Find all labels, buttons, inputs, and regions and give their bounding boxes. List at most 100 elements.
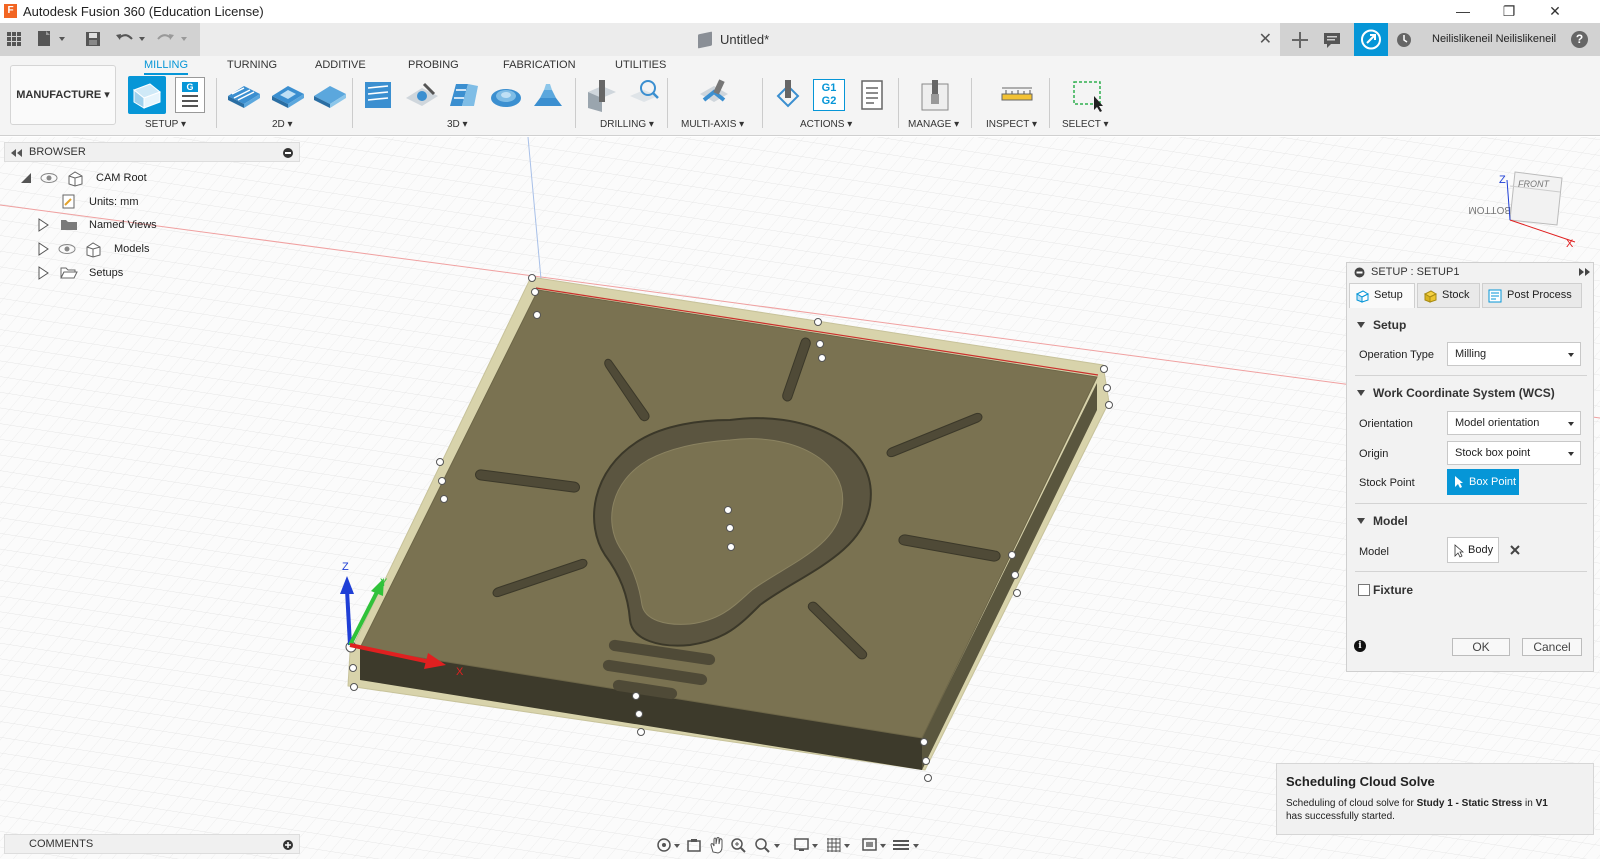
orbit-icon[interactable] (656, 837, 682, 853)
collapsed-triangle-icon[interactable] (37, 266, 49, 280)
tree-item-models[interactable]: Models (4, 238, 300, 260)
window-select-icon[interactable] (1070, 78, 1104, 112)
tab-stock[interactable]: Stock (1417, 283, 1480, 308)
setup-sheet-icon[interactable] (855, 78, 889, 112)
minimize-button[interactable]: — (1440, 0, 1486, 23)
group-2d[interactable]: 2D ▾ (272, 119, 293, 130)
close-document-button[interactable]: ✕ (1259, 29, 1272, 49)
collapsed-triangle-icon[interactable] (37, 218, 49, 232)
document-tab[interactable]: Untitled* ✕ (200, 23, 1280, 56)
stock-point-selector[interactable]: Box Point (1447, 469, 1519, 495)
info-icon[interactable]: i (1354, 640, 1366, 652)
file-menu-icon[interactable] (34, 29, 74, 51)
drill-icon[interactable] (584, 78, 618, 112)
expand-dialog-icon[interactable] (1579, 268, 1591, 276)
nc-program-button[interactable]: G (175, 77, 205, 113)
3d-adaptive-clearing-icon[interactable] (362, 78, 396, 112)
maximize-button[interactable]: ❐ (1486, 0, 1532, 23)
browser-header[interactable]: BROWSER (4, 142, 300, 162)
tab-setup[interactable]: Setup (1349, 283, 1415, 308)
tree-item-cam-root[interactable]: CAM Root (4, 167, 300, 189)
ok-button[interactable]: OK (1452, 638, 1510, 656)
tab-probing[interactable]: PROBING (408, 59, 459, 71)
cancel-button[interactable]: Cancel (1522, 638, 1582, 656)
section-setup-title[interactable]: Setup (1373, 318, 1406, 332)
user-account-name[interactable]: Neilislikeneil Neilislikeneil (1432, 33, 1556, 45)
origin-select[interactable]: Stock box point (1447, 441, 1581, 465)
hole-recognition-icon[interactable] (626, 78, 660, 112)
model-selector[interactable]: Body (1447, 537, 1499, 563)
tab-fabrication[interactable]: FABRICATION (503, 59, 576, 71)
fit-zoom-icon[interactable] (754, 837, 782, 853)
clock-history-icon[interactable] (1394, 30, 1414, 52)
group-select[interactable]: SELECT ▾ (1062, 119, 1109, 130)
eye-visibility-icon[interactable] (40, 173, 58, 183)
group-drilling[interactable]: DRILLING ▾ (600, 119, 654, 130)
collapse-triangle-icon[interactable] (1357, 518, 1365, 524)
fixture-label[interactable]: Fixture (1373, 583, 1413, 597)
clear-selection-icon[interactable] (1509, 544, 1521, 556)
multi-axis-contour-icon[interactable] (696, 78, 732, 112)
group-actions[interactable]: ACTIONS ▾ (800, 119, 852, 130)
collapse-panel-icon[interactable] (11, 149, 23, 157)
group-multi-axis[interactable]: MULTI-AXIS ▾ (681, 119, 744, 130)
section-model-title[interactable]: Model (1373, 514, 1408, 528)
group-inspect[interactable]: INSPECT ▾ (986, 119, 1037, 130)
cloud-solve-notification[interactable]: Scheduling Cloud Solve Scheduling of clo… (1276, 763, 1594, 835)
viewports-icon[interactable] (862, 837, 888, 853)
steep-and-shallow-icon[interactable] (446, 78, 480, 112)
face-icon[interactable] (312, 78, 346, 112)
look-at-icon[interactable] (686, 837, 702, 853)
tab-turning[interactable]: TURNING (227, 59, 277, 71)
scallop-icon[interactable] (488, 78, 522, 112)
save-icon[interactable] (84, 30, 102, 52)
comments-panel[interactable]: COMMENTS (4, 834, 300, 854)
eye-visibility-icon[interactable] (58, 244, 76, 254)
collapse-triangle-icon[interactable] (1357, 390, 1365, 396)
browser-minimize-icon[interactable] (283, 148, 293, 158)
tree-item-units[interactable]: Units: mm (4, 191, 300, 213)
tab-milling[interactable]: MILLING (144, 59, 189, 75)
dialog-minimize-icon[interactable] (1354, 267, 1365, 278)
workspace-switcher[interactable]: MANUFACTURE ▾ (10, 65, 116, 125)
close-window-button[interactable]: ✕ (1532, 0, 1578, 23)
group-setup[interactable]: SETUP ▾ (145, 119, 186, 130)
2d-adaptive-clearing-icon[interactable] (226, 78, 260, 112)
display-settings-icon[interactable] (794, 837, 820, 853)
tool-library-icon[interactable] (918, 78, 952, 112)
tab-utilities[interactable]: UTILITIES (615, 59, 666, 71)
group-manage[interactable]: MANAGE ▾ (908, 119, 959, 130)
tab-post-process[interactable]: Post Process (1482, 283, 1582, 308)
job-status-button[interactable] (1354, 23, 1388, 56)
environment-icon[interactable] (892, 837, 922, 853)
expanded-triangle-icon[interactable] (20, 172, 32, 184)
app-grid-icon[interactable] (6, 31, 22, 53)
undo-icon[interactable] (114, 30, 150, 52)
new-tab-plus-icon[interactable] (1290, 30, 1310, 52)
group-3d[interactable]: 3D ▾ (447, 119, 468, 130)
tree-item-named-views[interactable]: Named Views (4, 214, 300, 236)
tab-additive[interactable]: ADDITIVE (315, 59, 366, 71)
orientation-select[interactable]: Model orientation (1447, 411, 1581, 435)
collapsed-triangle-icon[interactable] (37, 242, 49, 256)
notifications-icon[interactable] (1322, 30, 1344, 52)
zoom-icon[interactable] (730, 837, 748, 853)
grid-settings-icon[interactable] (826, 837, 852, 853)
pan-hand-icon[interactable] (708, 836, 726, 854)
redo-icon[interactable] (156, 30, 192, 52)
simulate-icon[interactable] (772, 78, 806, 112)
contour-icon[interactable] (530, 78, 564, 112)
operation-type-select[interactable]: Milling (1447, 342, 1581, 366)
collapse-triangle-icon[interactable] (1357, 322, 1365, 328)
new-setup-button[interactable] (128, 76, 166, 114)
fixture-checkbox[interactable] (1358, 584, 1370, 596)
add-comment-icon[interactable] (283, 840, 293, 850)
notification-text: has successfully started. (1286, 811, 1395, 822)
2d-pocket-icon[interactable] (270, 78, 304, 112)
3d-pocket-clearing-icon[interactable] (404, 78, 438, 112)
tree-item-setups[interactable]: Setups (4, 262, 300, 284)
help-icon[interactable]: ? (1571, 31, 1588, 48)
post-process-button[interactable]: G1 G2 (813, 79, 845, 111)
measure-icon[interactable] (1000, 78, 1034, 112)
section-wcs-title[interactable]: Work Coordinate System (WCS) (1373, 386, 1555, 400)
